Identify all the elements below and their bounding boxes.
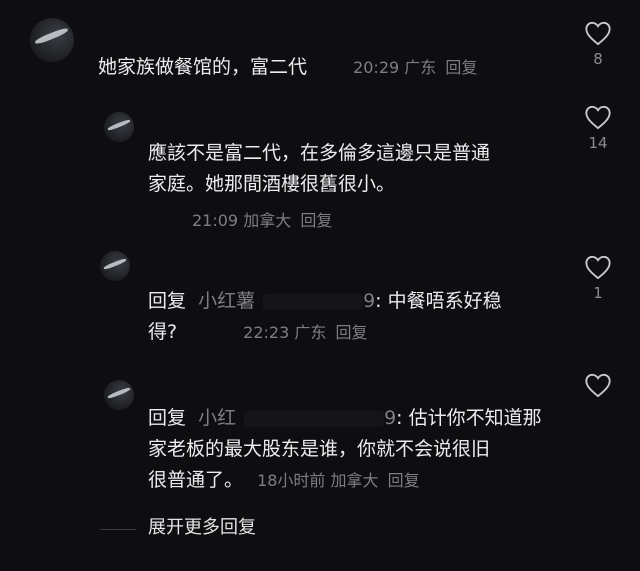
reply-link[interactable]: 回复 xyxy=(335,323,367,342)
avatar[interactable] xyxy=(30,18,74,62)
mention-username-tail: 9 xyxy=(363,290,376,312)
comment-location: 加拿大 xyxy=(243,211,292,230)
comment-text: 應該不是富二代，在多倫多這邊只是普通 家庭。她那間酒樓很舊很小。 xyxy=(148,142,491,195)
comment-location: 广东 xyxy=(404,58,437,77)
avatar[interactable] xyxy=(100,251,130,281)
heart-icon xyxy=(585,255,611,280)
comment-text: 她家族做餐馆的，富二代 20:29 广东 回复 xyxy=(98,56,478,78)
like-button[interactable]: 8 xyxy=(578,20,618,68)
like-count: 14 xyxy=(588,134,608,152)
comment-text: 回复 小红 9: 估计你不知道那 家老板的最大股东是谁，你就不会说很旧 很普通了。… xyxy=(148,407,542,491)
mention-username[interactable]: 小红 xyxy=(198,407,236,429)
avatar[interactable] xyxy=(104,380,134,410)
like-button[interactable] xyxy=(578,372,618,402)
comment-location: 广东 xyxy=(294,323,327,342)
like-count: 1 xyxy=(593,284,603,302)
reply-link[interactable]: 回复 xyxy=(300,211,332,230)
avatar[interactable] xyxy=(104,112,134,142)
heart-icon xyxy=(585,373,611,398)
like-count: 8 xyxy=(593,50,603,68)
heart-icon xyxy=(585,105,611,130)
comment-time: 20:29 xyxy=(353,58,400,77)
comment-location: 加拿大 xyxy=(330,471,379,490)
comment-time: 18小时前 xyxy=(257,471,326,490)
reply-prefix: 回复 xyxy=(148,407,187,429)
like-button[interactable]: 14 xyxy=(578,104,618,152)
reply-link[interactable]: 回复 xyxy=(445,58,477,77)
comment-time: 21:09 xyxy=(192,211,239,230)
comment-time: 22:23 xyxy=(243,323,290,342)
reply-link[interactable]: 回复 xyxy=(388,471,420,490)
reply-prefix: 回复 xyxy=(148,290,187,312)
mention-username[interactable]: 小红薯 xyxy=(198,290,255,312)
like-button[interactable]: 1 xyxy=(578,254,618,302)
expand-more-replies-button[interactable]: 展开更多回复 xyxy=(148,513,256,539)
comment-text: 回复 小红薯 9: 中餐唔系好稳 得? 22:23 广东 回复 xyxy=(148,290,502,343)
mention-username-tail: 9 xyxy=(384,407,397,429)
expand-divider xyxy=(100,529,136,530)
heart-icon xyxy=(585,21,611,46)
